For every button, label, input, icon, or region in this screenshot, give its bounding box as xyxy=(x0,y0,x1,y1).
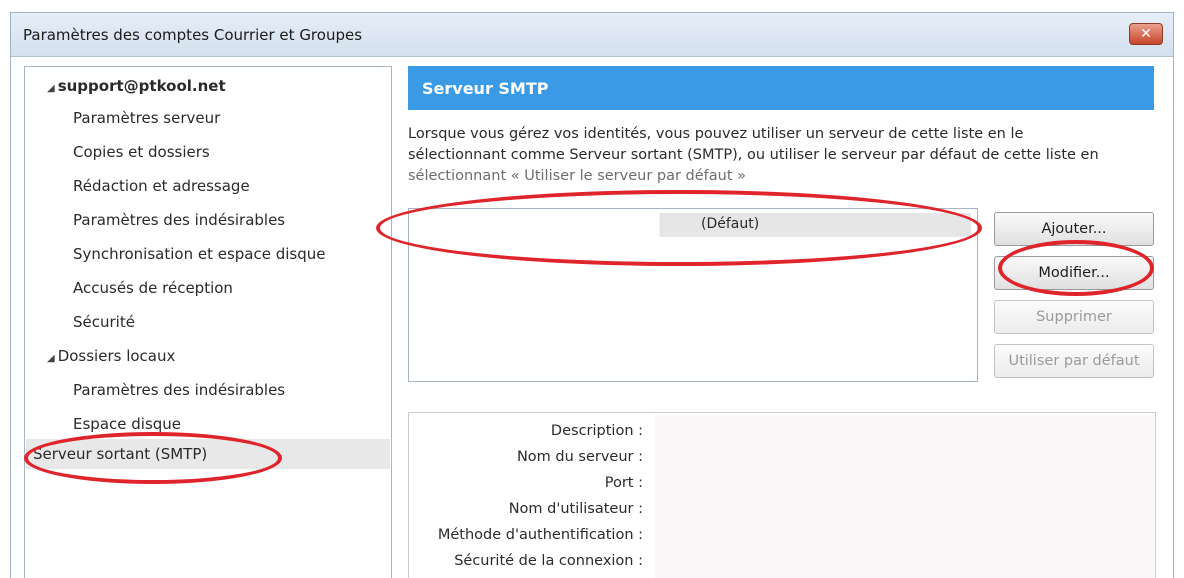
delete-button[interactable]: Supprimer xyxy=(994,300,1154,334)
detail-label-description: Description : xyxy=(550,423,643,439)
server-details-panel: Description : Nom du serveur : Port : No… xyxy=(408,412,1156,578)
panel-description: Lorsque vous gérez vos identités, vous p… xyxy=(408,124,1156,187)
tree-account[interactable]: ◢ support@ptkool.net xyxy=(47,77,226,95)
tree-item-junk-settings[interactable]: Paramètres des indésirables xyxy=(73,211,285,229)
close-icon: ✕ xyxy=(1140,26,1152,42)
description-line-3: sélectionnant « Utiliser le serveur par … xyxy=(408,168,747,184)
annotation-circle-smtp-item xyxy=(24,432,282,484)
description-line-2: sélectionnant comme Serveur sortant (SMT… xyxy=(408,147,1099,163)
account-tree: ◢ support@ptkool.net Paramètres serveur C… xyxy=(24,66,392,578)
close-button[interactable]: ✕ xyxy=(1129,23,1163,45)
tree-item-sync-storage[interactable]: Synchronisation et espace disque xyxy=(73,245,326,263)
window-title: Paramètres des comptes Courrier et Group… xyxy=(23,26,363,44)
tree-local-folders-label: Dossiers locaux xyxy=(57,347,176,365)
detail-label-auth-method: Méthode d'authentification : xyxy=(437,527,643,543)
tree-item-disk-space[interactable]: Espace disque xyxy=(73,415,181,433)
detail-label-connection-security: Sécurité de la connexion : xyxy=(454,553,643,569)
tree-item-composition[interactable]: Rédaction et adressage xyxy=(73,177,250,195)
annotation-circle-edit-button xyxy=(998,240,1154,296)
tree-account-label: support@ptkool.net xyxy=(57,77,226,95)
tree-item-server-settings[interactable]: Paramètres serveur xyxy=(73,109,220,127)
tree-item-return-receipts[interactable]: Accusés de réception xyxy=(73,279,233,297)
detail-label-username: Nom d'utilisateur : xyxy=(508,501,643,517)
title-bar[interactable]: Paramètres des comptes Courrier et Group… xyxy=(11,13,1173,57)
tree-local-folders[interactable]: ◢ Dossiers locaux xyxy=(47,347,175,365)
expand-arrow-icon[interactable]: ◢ xyxy=(47,83,55,94)
expand-arrow-icon[interactable]: ◢ xyxy=(47,353,55,364)
panel-title: Serveur SMTP xyxy=(422,79,549,98)
tree-item-security[interactable]: Sécurité xyxy=(73,313,135,331)
tree-item-local-junk[interactable]: Paramètres des indésirables xyxy=(73,381,285,399)
details-value-area xyxy=(655,415,1155,578)
detail-label-server-name: Nom du serveur : xyxy=(516,449,643,465)
set-default-button[interactable]: Utiliser par défaut xyxy=(994,344,1154,378)
detail-label-port: Port : xyxy=(604,475,643,491)
tree-item-copies-folders[interactable]: Copies et dossiers xyxy=(73,143,210,161)
annotation-circle-server-row xyxy=(376,190,982,266)
panel-header: Serveur SMTP xyxy=(408,66,1154,110)
description-line-1: Lorsque vous gérez vos identités, vous p… xyxy=(408,126,1024,142)
